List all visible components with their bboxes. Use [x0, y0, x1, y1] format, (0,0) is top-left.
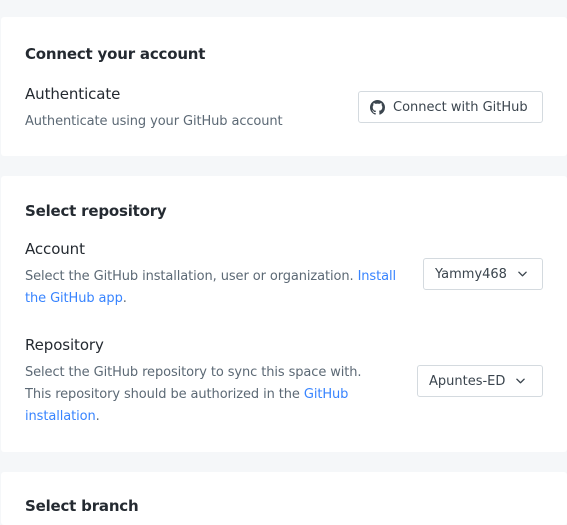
chevron-down-icon: [518, 271, 527, 277]
repository-desc-suffix: .: [95, 409, 100, 424]
account-label: Account: [25, 240, 85, 258]
select-branch-title: Select branch: [25, 497, 139, 515]
repository-label: Repository: [25, 336, 104, 354]
select-repository-card: Select repository Account Select the Git…: [1, 176, 567, 452]
account-selected-value: Yammy468: [435, 266, 507, 282]
account-select[interactable]: Yammy468: [423, 258, 543, 290]
account-desc-text: Select the GitHub installation, user or …: [25, 269, 354, 284]
select-branch-card: Select branch: [1, 472, 567, 525]
authenticate-description: Authenticate using your GitHub account: [25, 114, 283, 129]
connect-github-button[interactable]: Connect with GitHub: [358, 91, 543, 123]
chevron-down-icon: [516, 378, 526, 384]
connect-account-card: Connect your account Authenticate Authen…: [1, 17, 567, 156]
repository-selected-value: Apuntes-ED: [429, 373, 506, 389]
connect-account-title: Connect your account: [25, 45, 206, 63]
account-description: Select the GitHub installation, user or …: [25, 266, 415, 310]
github-icon: [370, 99, 385, 115]
select-repository-title: Select repository: [25, 202, 167, 220]
authenticate-label: Authenticate: [25, 85, 121, 103]
repository-select[interactable]: Apuntes-ED: [417, 365, 543, 397]
connect-github-label: Connect with GitHub: [393, 99, 528, 115]
repository-description: Select the GitHub repository to sync thi…: [25, 362, 385, 428]
account-desc-suffix: .: [122, 291, 127, 306]
